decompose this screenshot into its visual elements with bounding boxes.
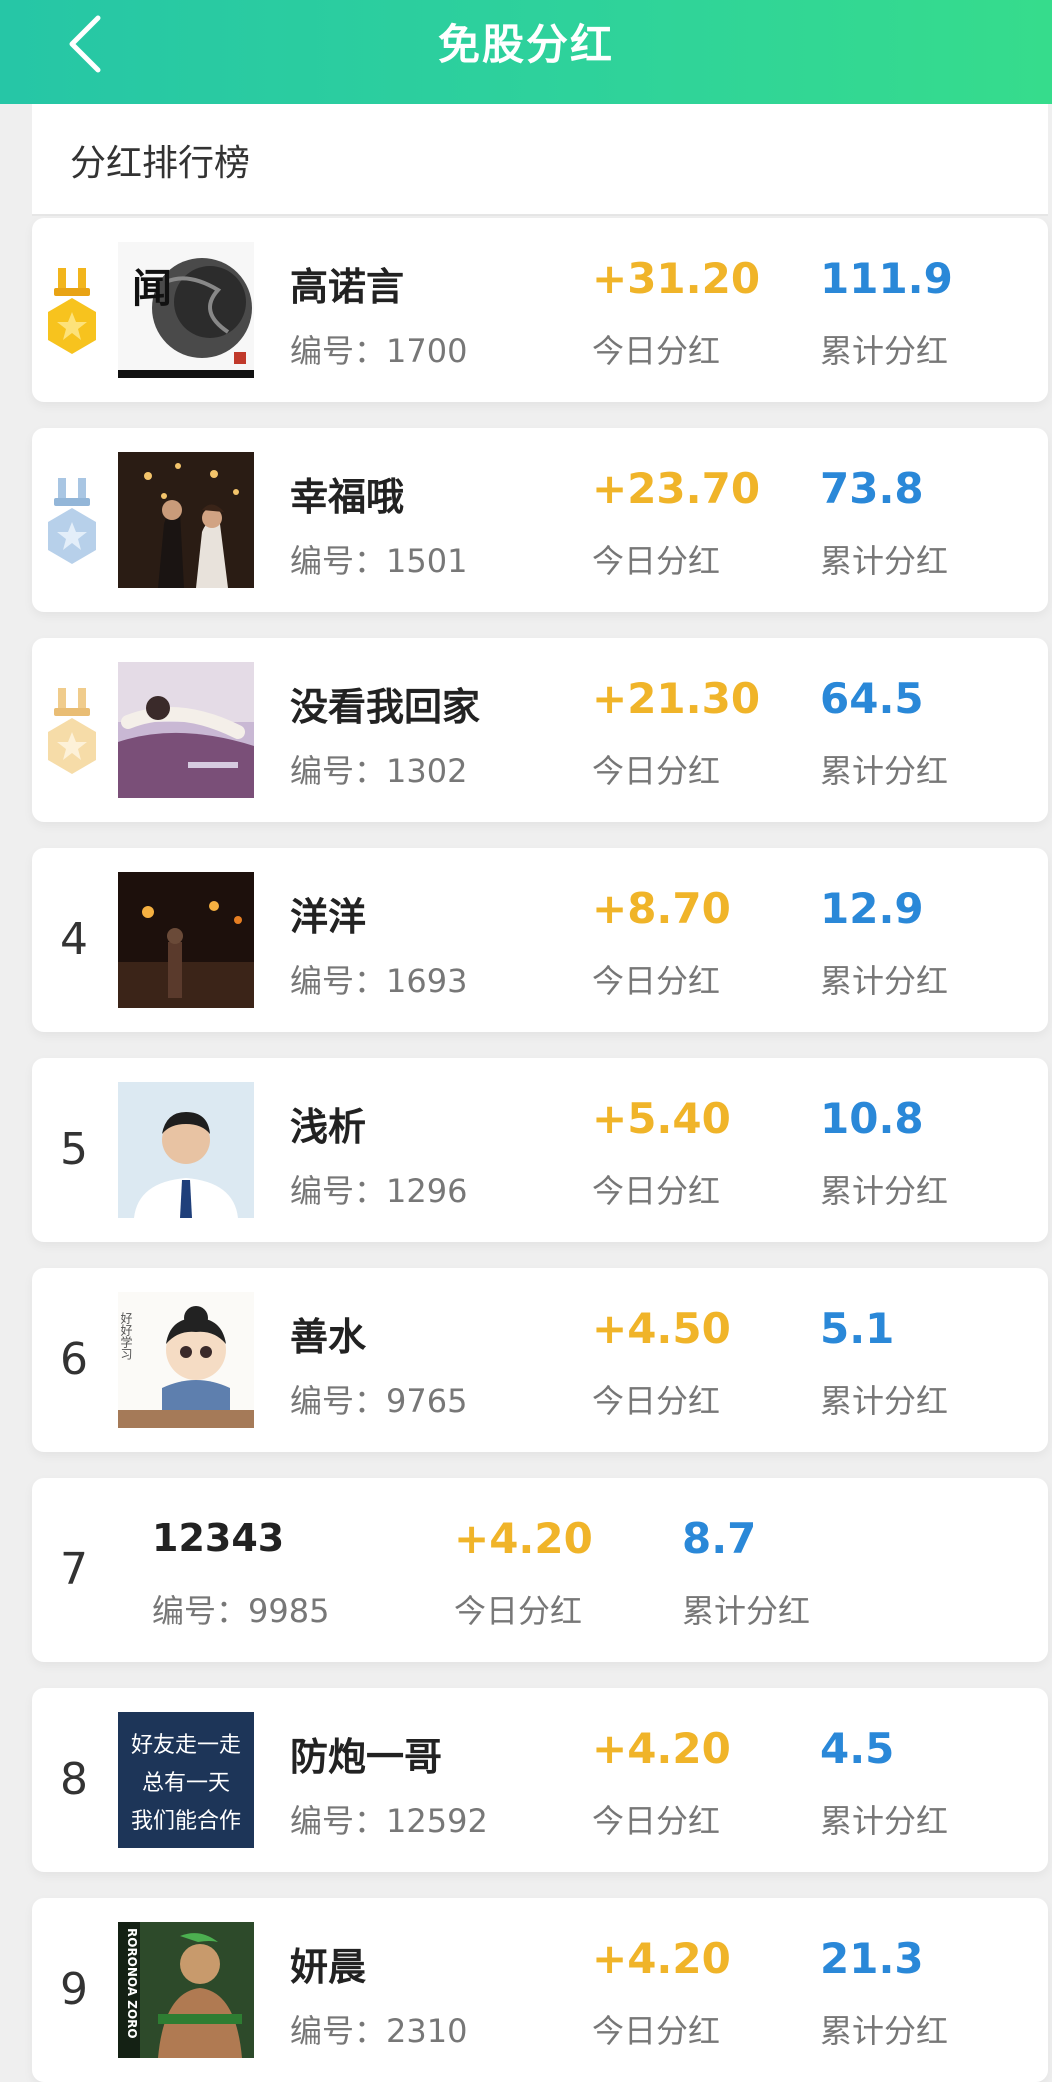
today-dividend-value: +23.70 bbox=[592, 464, 761, 513]
ranking-row[interactable]: 5 浅析 编号：1296 +5.40 今日分红 10.8 累计分红 bbox=[32, 1058, 1048, 1242]
total-dividend-value: 5.1 bbox=[820, 1304, 895, 1353]
avatar-line-2: 总有一天 bbox=[142, 1771, 230, 1796]
today-dividend-label: 今日分红 bbox=[592, 1382, 721, 1420]
total-dividend-value: 64.5 bbox=[820, 674, 924, 723]
rank-number: 7 bbox=[60, 1544, 88, 1595]
user-avatar[interactable]: 好友走一走 总有一天 我们能合作 bbox=[118, 1712, 254, 1848]
rank-number: 6 bbox=[60, 1334, 88, 1385]
user-name: 12343 bbox=[152, 1516, 285, 1560]
ranking-row[interactable]: 没看我回家 编号：1302 +21.30 今日分红 64.5 累计分红 bbox=[32, 638, 1048, 822]
rank-number: 5 bbox=[60, 1124, 88, 1175]
today-dividend-value: +31.20 bbox=[592, 254, 761, 303]
today-dividend-label: 今日分红 bbox=[592, 1802, 721, 1840]
user-name: 妍晨 bbox=[290, 1945, 367, 1989]
today-dividend-label: 今日分红 bbox=[592, 1172, 721, 1210]
total-dividend-value: 73.8 bbox=[820, 464, 924, 513]
total-dividend-label: 累计分红 bbox=[820, 332, 949, 370]
rank-number: 4 bbox=[60, 914, 88, 965]
user-avatar[interactable]: RORONOA ZORO bbox=[118, 1922, 254, 2058]
today-dividend-value: +5.40 bbox=[592, 1094, 731, 1143]
ranking-row[interactable]: 8 好友走一走 总有一天 我们能合作 防炮一哥 编号：12592 +4.20 今… bbox=[32, 1688, 1048, 1872]
ranking-section-header: 分红排行榜 bbox=[32, 104, 1048, 216]
user-avatar[interactable]: 闻 bbox=[118, 242, 254, 378]
ranking-row[interactable]: 幸福哦 编号：1501 +23.70 今日分红 73.8 累计分红 bbox=[32, 428, 1048, 612]
total-dividend-value: 10.8 bbox=[820, 1094, 924, 1143]
silver-medal-icon bbox=[48, 478, 96, 564]
rank-number: 9 bbox=[60, 1964, 88, 2015]
avatar-caption: RORONOA ZORO bbox=[125, 1928, 139, 2039]
today-dividend-value: +4.20 bbox=[592, 1724, 731, 1773]
total-dividend-value: 12.9 bbox=[820, 884, 924, 933]
rank-number: 8 bbox=[60, 1754, 88, 1805]
user-avatar[interactable]: 好好学习 bbox=[118, 1292, 254, 1428]
ranking-row[interactable]: 6 好好学习 善水 编号：9765 +4.50 今日分红 5.1 累计分红 bbox=[32, 1268, 1048, 1452]
total-dividend-label: 累计分红 bbox=[820, 1382, 949, 1420]
user-name: 洋洋 bbox=[290, 895, 367, 939]
user-id: 编号：1693 bbox=[290, 962, 468, 1000]
user-avatar[interactable] bbox=[118, 872, 254, 1008]
user-name: 没看我回家 bbox=[290, 685, 481, 729]
total-dividend-value: 4.5 bbox=[820, 1724, 895, 1773]
user-id: 编号：1501 bbox=[290, 542, 468, 580]
user-name: 高诺言 bbox=[290, 265, 405, 309]
ranking-row[interactable]: 4 洋洋 编号：1693 +8.70 今日分红 12.9 累计分红 bbox=[32, 848, 1048, 1032]
user-name: 浅析 bbox=[290, 1105, 367, 1149]
today-dividend-value: +4.20 bbox=[454, 1514, 593, 1563]
user-id: 编号：2310 bbox=[290, 2012, 468, 2050]
today-dividend-label: 今日分红 bbox=[592, 2012, 721, 2050]
user-name: 善水 bbox=[290, 1315, 367, 1359]
today-dividend-label: 今日分红 bbox=[592, 542, 721, 580]
user-avatar[interactable] bbox=[118, 452, 254, 588]
avatar-caption: 好好学习 bbox=[119, 1312, 133, 1360]
today-dividend-value: +4.20 bbox=[592, 1934, 731, 1983]
total-dividend-value: 111.9 bbox=[820, 254, 953, 303]
total-dividend-value: 21.3 bbox=[820, 1934, 924, 1983]
page-title: 免股分红 bbox=[437, 20, 614, 69]
total-dividend-label: 累计分红 bbox=[682, 1592, 811, 1630]
today-dividend-value: +21.30 bbox=[592, 674, 761, 723]
today-dividend-label: 今日分红 bbox=[592, 962, 721, 1000]
today-dividend-value: +4.50 bbox=[592, 1304, 731, 1353]
total-dividend-label: 累计分红 bbox=[820, 752, 949, 790]
ranking-row[interactable]: 9 RORONOA ZORO 妍晨 编号：2310 +4.20 今日分红 21.… bbox=[32, 1898, 1048, 2082]
total-dividend-label: 累计分红 bbox=[820, 542, 949, 580]
user-name: 幸福哦 bbox=[290, 475, 405, 519]
gold-medal-icon bbox=[48, 268, 96, 354]
section-title: 分红排行榜 bbox=[70, 143, 251, 184]
today-dividend-value: +8.70 bbox=[592, 884, 731, 933]
user-avatar[interactable] bbox=[118, 662, 254, 798]
user-name: 防炮一哥 bbox=[290, 1735, 443, 1779]
today-dividend-label: 今日分红 bbox=[592, 332, 721, 370]
total-dividend-label: 累计分红 bbox=[820, 1172, 949, 1210]
app-header: 免股分红 bbox=[0, 0, 1052, 104]
svg-text:闻: 闻 bbox=[132, 265, 172, 312]
user-id: 编号：12592 bbox=[290, 1802, 488, 1840]
user-id: 编号：1302 bbox=[290, 752, 468, 790]
user-id: 编号：9765 bbox=[290, 1382, 468, 1420]
total-dividend-label: 累计分红 bbox=[820, 2012, 949, 2050]
bronze-medal-icon bbox=[48, 688, 96, 774]
user-avatar[interactable] bbox=[118, 1082, 254, 1218]
today-dividend-label: 今日分红 bbox=[454, 1592, 583, 1630]
ranking-row[interactable]: 7 12343 编号：9985 +4.20 今日分红 8.7 累计分红 bbox=[32, 1478, 1048, 1662]
total-dividend-label: 累计分红 bbox=[820, 962, 949, 1000]
ranking-row[interactable]: 闻 高诺言 编号：1700 +31.20 今日分红 111.9 累计分红 bbox=[32, 218, 1048, 402]
user-id: 编号：1296 bbox=[290, 1172, 468, 1210]
avatar-line-3: 我们能合作 bbox=[131, 1809, 241, 1834]
total-dividend-value: 8.7 bbox=[682, 1514, 757, 1563]
avatar-line-1: 好友走一走 bbox=[131, 1733, 241, 1758]
today-dividend-label: 今日分红 bbox=[592, 752, 721, 790]
user-id: 编号：1700 bbox=[290, 332, 468, 370]
user-id: 编号：9985 bbox=[152, 1592, 330, 1630]
total-dividend-label: 累计分红 bbox=[820, 1802, 949, 1840]
